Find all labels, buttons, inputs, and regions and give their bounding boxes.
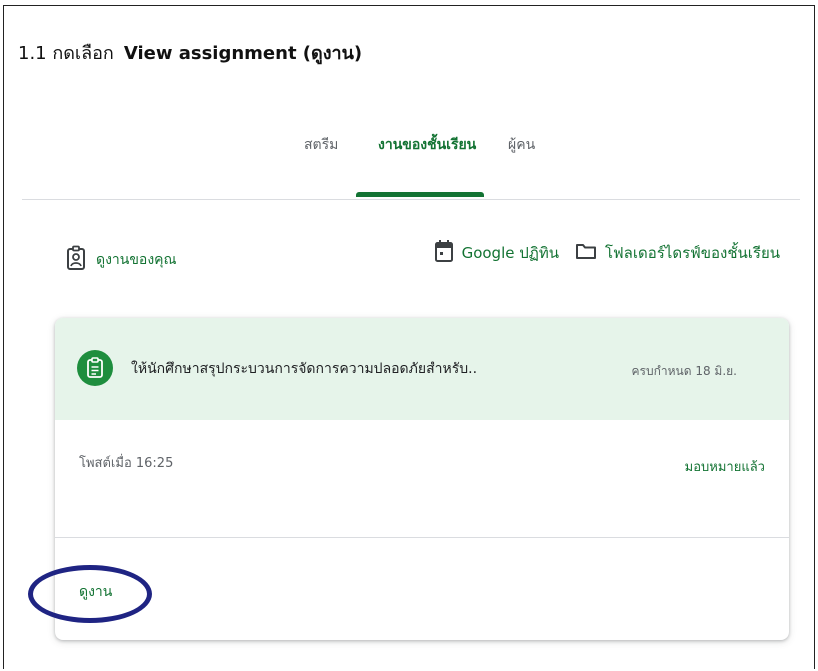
assignment-card: ให้นักศึกษาสรุปกระบวนการจัดการความปลอดภั… <box>55 318 789 640</box>
card-divider <box>55 537 789 538</box>
tab-classwork[interactable]: งานของชั้นเรียน <box>378 134 476 156</box>
view-assignment-link[interactable]: ดูงาน <box>79 581 112 603</box>
class-toolbar: Google ปฏิทิน โฟลเดอร์ไดรฟ์ของชั้นเรียน <box>434 234 780 272</box>
assigned-status: มอบหมายแล้ว <box>684 460 765 475</box>
your-work-label: ดูงานของคุณ <box>96 252 177 268</box>
instruction-step: 1.1 กดเลือก <box>18 43 114 64</box>
assignment-icon <box>77 350 113 386</box>
folder-icon <box>575 241 597 265</box>
view-your-work-link[interactable]: ดูงานของคุณ <box>66 242 177 278</box>
due-date: ครบกำหนด 18 มิ.ย. <box>631 364 737 378</box>
drive-folder-label: โฟลเดอร์ไดรฟ์ของชั้นเรียน <box>604 244 780 262</box>
class-drive-folder-button[interactable]: โฟลเดอร์ไดรฟ์ของชั้นเรียน <box>575 241 780 265</box>
instruction-action: View assignment (ดูงาน) <box>123 43 363 64</box>
tabs-divider <box>22 199 800 200</box>
instruction-heading: 1.1 กดเลือก View assignment (ดูงาน) <box>18 38 362 67</box>
assignment-ind-icon <box>66 245 86 275</box>
assignment-card-header[interactable]: ให้นักศึกษาสรุปกระบวนการจัดการความปลอดภั… <box>55 318 789 420</box>
class-tabs: สตรีม งานของชั้นเรียน ผู้คน <box>0 134 818 200</box>
tab-people[interactable]: ผู้คน <box>508 134 535 156</box>
calendar-icon <box>434 239 454 267</box>
active-tab-indicator <box>356 192 484 197</box>
google-calendar-button[interactable]: Google ปฏิทิน <box>434 239 559 267</box>
tab-stream[interactable]: สตรีม <box>304 134 338 156</box>
posted-time: โพสต์เมื่อ 16:25 <box>79 456 174 471</box>
assignment-title: ให้นักศึกษาสรุปกระบวนการจัดการความปลอดภั… <box>131 361 478 377</box>
calendar-label: Google ปฏิทิน <box>461 244 559 262</box>
